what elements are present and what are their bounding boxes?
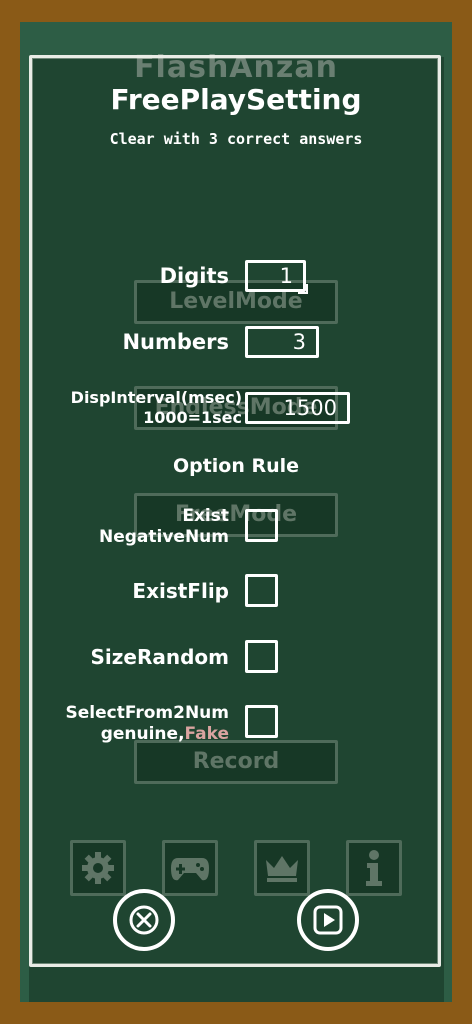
dialog-subtitle: Clear with 3 correct answers bbox=[109, 130, 363, 148]
play-icon bbox=[313, 905, 343, 935]
select-from-2-checkbox[interactable] bbox=[245, 705, 278, 738]
gear-icon bbox=[82, 852, 114, 884]
digits-label: Digits bbox=[159, 264, 229, 288]
negative-label: Exist NegativeNum bbox=[99, 506, 229, 548]
dialog-frame-inner bbox=[32, 58, 438, 964]
flip-label: ExistFlip bbox=[132, 579, 229, 603]
negative-label-line2: NegativeNum bbox=[98, 527, 229, 547]
size-random-checkbox[interactable] bbox=[245, 640, 278, 673]
game-button bbox=[162, 840, 218, 896]
disp-interval-label-line1: DispInterval(msec) bbox=[70, 388, 242, 407]
negative-checkbox[interactable] bbox=[245, 509, 278, 542]
info-icon bbox=[366, 850, 382, 886]
numbers-label: Numbers bbox=[122, 330, 229, 354]
close-icon bbox=[129, 905, 159, 935]
option-rule-heading: Option Rule bbox=[172, 455, 300, 477]
negative-label-line1: Exist bbox=[182, 506, 229, 526]
digits-field[interactable]: 1 bbox=[245, 260, 308, 294]
play-button[interactable] bbox=[297, 889, 359, 951]
ranking-button bbox=[254, 840, 310, 896]
select-from-2-label: SelectFrom2Num genuine,Fake bbox=[65, 703, 229, 745]
disp-interval-field[interactable]: 1500 bbox=[245, 392, 350, 424]
select-from-2-label-line1: SelectFrom2Num bbox=[65, 703, 229, 723]
disp-interval-label: DispInterval(msec) 1000=1sec bbox=[71, 388, 242, 428]
size-random-label: SizeRandom bbox=[90, 645, 230, 669]
select-from-2-label-line2: genuine,Fake bbox=[65, 724, 229, 745]
info-button bbox=[346, 840, 402, 896]
crown-icon bbox=[266, 856, 298, 882]
genuine-text: genuine, bbox=[100, 724, 185, 744]
disp-interval-label-line2: 1000=1sec bbox=[143, 408, 242, 427]
dialog-title: FreePlaySetting bbox=[110, 83, 362, 116]
numbers-field[interactable]: 3 bbox=[245, 326, 319, 358]
flip-checkbox[interactable] bbox=[245, 574, 278, 607]
fake-text: Fake bbox=[184, 724, 229, 744]
settings-button bbox=[70, 840, 126, 896]
close-button[interactable] bbox=[113, 889, 175, 951]
gamepad-icon bbox=[171, 858, 209, 881]
